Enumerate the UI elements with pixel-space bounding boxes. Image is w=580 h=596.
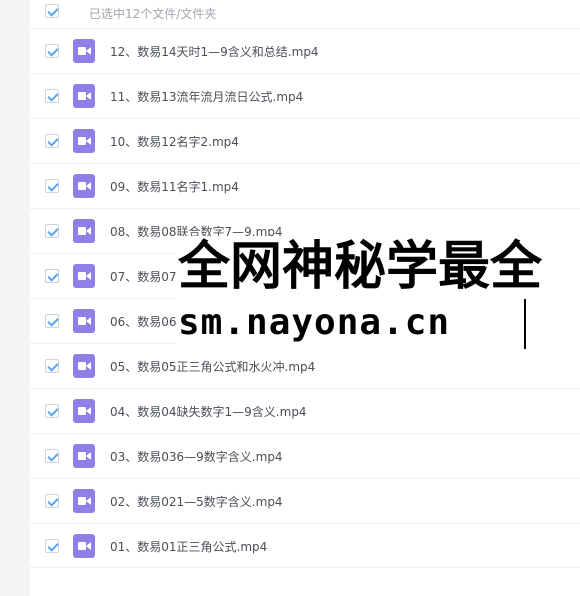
file-checkbox[interactable] bbox=[45, 269, 59, 283]
file-checkbox[interactable] bbox=[45, 224, 59, 238]
file-row[interactable]: 10、数易12名字2.mp4 bbox=[30, 118, 580, 163]
video-file-icon bbox=[73, 39, 95, 63]
selection-count-label: 已选中12个文件/文件夹 bbox=[89, 7, 217, 21]
file-row[interactable]: 12、数易14天时1—9含义和总结.mp4 bbox=[30, 28, 580, 73]
video-file-icon bbox=[73, 399, 95, 423]
video-file-icon bbox=[73, 534, 95, 558]
file-checkbox[interactable] bbox=[45, 359, 59, 373]
text-caret bbox=[524, 299, 526, 349]
select-all-checkbox[interactable] bbox=[45, 4, 59, 18]
file-name[interactable]: 12、数易14天时1—9含义和总结.mp4 bbox=[110, 43, 319, 60]
video-file-icon bbox=[73, 84, 95, 108]
file-row[interactable]: 11、数易13流年流月流日公式.mp4 bbox=[30, 73, 580, 118]
file-row[interactable]: 03、数易036—9数字含义.mp4 bbox=[30, 433, 580, 478]
file-name[interactable]: 10、数易12名字2.mp4 bbox=[110, 133, 239, 150]
file-checkbox[interactable] bbox=[45, 314, 59, 328]
file-name[interactable]: 11、数易13流年流月流日公式.mp4 bbox=[110, 88, 303, 105]
left-panel-strip bbox=[0, 0, 30, 596]
file-name[interactable]: 04、数易04缺失数字1—9含义.mp4 bbox=[110, 403, 307, 420]
file-name[interactable]: 06、数易06 bbox=[110, 313, 177, 330]
file-name[interactable]: 01、数易01正三角公式.mp4 bbox=[110, 538, 267, 555]
video-file-icon bbox=[73, 489, 95, 513]
file-name[interactable]: 05、数易05正三角公式和水火冲.mp4 bbox=[110, 358, 315, 375]
file-name[interactable]: 07、数易07 bbox=[110, 268, 177, 285]
video-file-icon bbox=[73, 309, 95, 333]
video-file-icon bbox=[73, 444, 95, 468]
watermark-line2: sm.nayona.cn bbox=[178, 302, 451, 343]
file-checkbox[interactable] bbox=[45, 44, 59, 58]
file-name[interactable]: 09、数易11名字1.mp4 bbox=[110, 178, 239, 195]
video-file-icon bbox=[73, 264, 95, 288]
file-name[interactable]: 02、数易021—5数字含义.mp4 bbox=[110, 493, 283, 510]
file-row[interactable]: 04、数易04缺失数字1—9含义.mp4 bbox=[30, 388, 580, 433]
video-file-icon bbox=[73, 129, 95, 153]
selection-header: 已选中12个文件/文件夹 bbox=[0, 0, 580, 27]
file-checkbox[interactable] bbox=[45, 179, 59, 193]
watermark-line1: 全网神秘学最全 bbox=[178, 237, 543, 297]
file-checkbox[interactable] bbox=[45, 89, 59, 103]
file-checkbox[interactable] bbox=[45, 134, 59, 148]
file-row[interactable]: 09、数易11名字1.mp4 bbox=[30, 163, 580, 208]
list-bottom-divider bbox=[30, 567, 580, 568]
file-name[interactable]: 03、数易036—9数字含义.mp4 bbox=[110, 448, 283, 465]
file-row[interactable]: 02、数易021—5数字含义.mp4 bbox=[30, 478, 580, 523]
file-checkbox[interactable] bbox=[45, 539, 59, 553]
video-file-icon bbox=[73, 219, 95, 243]
file-checkbox[interactable] bbox=[45, 404, 59, 418]
file-checkbox[interactable] bbox=[45, 449, 59, 463]
file-row[interactable]: 01、数易01正三角公式.mp4 bbox=[30, 523, 580, 568]
video-file-icon bbox=[73, 354, 95, 378]
watermark-overlay: 全网神秘学最全 sm.nayona.cn bbox=[176, 236, 580, 354]
video-file-icon bbox=[73, 174, 95, 198]
file-checkbox[interactable] bbox=[45, 494, 59, 508]
